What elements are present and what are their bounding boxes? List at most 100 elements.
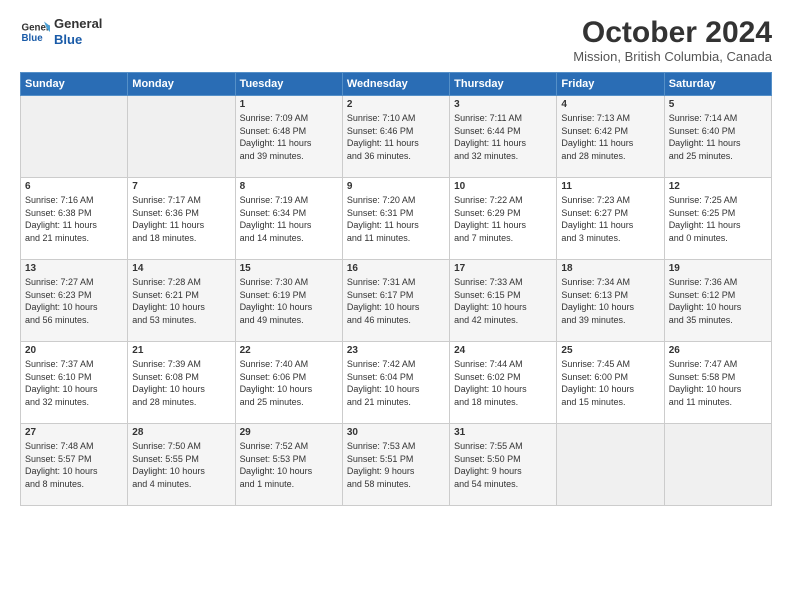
day-content: Sunrise: 7:23 AM Sunset: 6:27 PM Dayligh… xyxy=(561,194,659,244)
location: Mission, British Columbia, Canada xyxy=(573,49,772,64)
day-number: 25 xyxy=(561,345,659,356)
calendar-cell: 19 Sunrise: 7:36 AM Sunset: 6:12 PM Dayli… xyxy=(664,260,771,342)
week-row-1: 1 Sunrise: 7:09 AM Sunset: 6:48 PM Daylig… xyxy=(21,96,772,178)
calendar-cell: 2 Sunrise: 7:10 AM Sunset: 6:46 PM Daylig… xyxy=(342,96,449,178)
calendar-cell: 10 Sunrise: 7:22 AM Sunset: 6:29 PM Dayli… xyxy=(450,178,557,260)
calendar-cell xyxy=(557,424,664,506)
day-number: 5 xyxy=(669,99,767,110)
logo-general: General xyxy=(54,16,102,32)
day-content: Sunrise: 7:39 AM Sunset: 6:08 PM Dayligh… xyxy=(132,358,230,408)
calendar-cell: 27 Sunrise: 7:48 AM Sunset: 5:57 PM Dayli… xyxy=(21,424,128,506)
calendar-cell: 26Sunrise: 7:47 AM Sunset: 5:58 PM Dayli… xyxy=(664,342,771,424)
day-number: 27 xyxy=(25,427,123,438)
day-header-monday: Monday xyxy=(128,73,235,96)
calendar-cell: 25 Sunrise: 7:45 AM Sunset: 6:00 PM Dayli… xyxy=(557,342,664,424)
day-content: Sunrise: 7:19 AM Sunset: 6:34 PM Dayligh… xyxy=(240,194,338,244)
calendar-cell: 21 Sunrise: 7:39 AM Sunset: 6:08 PM Dayli… xyxy=(128,342,235,424)
logo-blue: Blue xyxy=(54,32,102,48)
day-content: Sunrise: 7:11 AM Sunset: 6:44 PM Dayligh… xyxy=(454,112,552,162)
day-number: 11 xyxy=(561,181,659,192)
week-row-2: 6 Sunrise: 7:16 AM Sunset: 6:38 PM Daylig… xyxy=(21,178,772,260)
calendar-cell: 3 Sunrise: 7:11 AM Sunset: 6:44 PM Daylig… xyxy=(450,96,557,178)
day-content: Sunrise: 7:09 AM Sunset: 6:48 PM Dayligh… xyxy=(240,112,338,162)
day-content: Sunrise: 7:27 AM Sunset: 6:23 PM Dayligh… xyxy=(25,276,123,326)
day-header-thursday: Thursday xyxy=(450,73,557,96)
day-content: Sunrise: 7:31 AM Sunset: 6:17 PM Dayligh… xyxy=(347,276,445,326)
calendar-cell: 7 Sunrise: 7:17 AM Sunset: 6:36 PM Daylig… xyxy=(128,178,235,260)
day-number: 24 xyxy=(454,345,552,356)
header: General Blue General Blue October 2024 M… xyxy=(20,16,772,64)
calendar-cell: 5 Sunrise: 7:14 AM Sunset: 6:40 PM Daylig… xyxy=(664,96,771,178)
day-number: 17 xyxy=(454,263,552,274)
calendar-cell: 17 Sunrise: 7:33 AM Sunset: 6:15 PM Dayli… xyxy=(450,260,557,342)
day-content: Sunrise: 7:22 AM Sunset: 6:29 PM Dayligh… xyxy=(454,194,552,244)
calendar-cell: 8 Sunrise: 7:19 AM Sunset: 6:34 PM Daylig… xyxy=(235,178,342,260)
calendar-cell: 12 Sunrise: 7:25 AM Sunset: 6:25 PM Dayli… xyxy=(664,178,771,260)
day-number: 15 xyxy=(240,263,338,274)
calendar-cell: 16Sunrise: 7:31 AM Sunset: 6:17 PM Dayli… xyxy=(342,260,449,342)
calendar-cell: 15Sunrise: 7:30 AM Sunset: 6:19 PM Dayli… xyxy=(235,260,342,342)
day-number: 7 xyxy=(132,181,230,192)
calendar-cell: 18Sunrise: 7:34 AM Sunset: 6:13 PM Dayli… xyxy=(557,260,664,342)
day-content: Sunrise: 7:45 AM Sunset: 6:00 PM Dayligh… xyxy=(561,358,659,408)
day-header-wednesday: Wednesday xyxy=(342,73,449,96)
calendar-cell: 29 Sunrise: 7:52 AM Sunset: 5:53 PM Dayli… xyxy=(235,424,342,506)
calendar-page: General Blue General Blue October 2024 M… xyxy=(0,0,792,612)
day-number: 8 xyxy=(240,181,338,192)
calendar-cell: 22Sunrise: 7:40 AM Sunset: 6:06 PM Dayli… xyxy=(235,342,342,424)
day-number: 10 xyxy=(454,181,552,192)
calendar-cell xyxy=(128,96,235,178)
day-content: Sunrise: 7:16 AM Sunset: 6:38 PM Dayligh… xyxy=(25,194,123,244)
calendar-table: SundayMondayTuesdayWednesdayThursdayFrid… xyxy=(20,72,772,506)
calendar-cell: 1 Sunrise: 7:09 AM Sunset: 6:48 PM Daylig… xyxy=(235,96,342,178)
day-content: Sunrise: 7:47 AM Sunset: 5:58 PM Dayligh… xyxy=(669,358,767,408)
day-number: 21 xyxy=(132,345,230,356)
day-number: 4 xyxy=(561,99,659,110)
calendar-cell: 14Sunrise: 7:28 AM Sunset: 6:21 PM Dayli… xyxy=(128,260,235,342)
calendar-cell: 6 Sunrise: 7:16 AM Sunset: 6:38 PM Daylig… xyxy=(21,178,128,260)
day-number: 1 xyxy=(240,99,338,110)
day-content: Sunrise: 7:53 AM Sunset: 5:51 PM Dayligh… xyxy=(347,440,445,490)
calendar-cell: 23Sunrise: 7:42 AM Sunset: 6:04 PM Dayli… xyxy=(342,342,449,424)
day-content: Sunrise: 7:20 AM Sunset: 6:31 PM Dayligh… xyxy=(347,194,445,244)
day-number: 31 xyxy=(454,427,552,438)
day-number: 19 xyxy=(669,263,767,274)
day-number: 18 xyxy=(561,263,659,274)
svg-text:Blue: Blue xyxy=(22,33,44,44)
day-content: Sunrise: 7:52 AM Sunset: 5:53 PM Dayligh… xyxy=(240,440,338,490)
calendar-cell xyxy=(664,424,771,506)
calendar-cell: 28Sunrise: 7:50 AM Sunset: 5:55 PM Dayli… xyxy=(128,424,235,506)
day-number: 28 xyxy=(132,427,230,438)
day-content: Sunrise: 7:14 AM Sunset: 6:40 PM Dayligh… xyxy=(669,112,767,162)
calendar-cell: 20 Sunrise: 7:37 AM Sunset: 6:10 PM Dayli… xyxy=(21,342,128,424)
day-content: Sunrise: 7:36 AM Sunset: 6:12 PM Dayligh… xyxy=(669,276,767,326)
calendar-cell: 24Sunrise: 7:44 AM Sunset: 6:02 PM Dayli… xyxy=(450,342,557,424)
calendar-cell: 13 Sunrise: 7:27 AM Sunset: 6:23 PM Dayli… xyxy=(21,260,128,342)
day-content: Sunrise: 7:17 AM Sunset: 6:36 PM Dayligh… xyxy=(132,194,230,244)
day-content: Sunrise: 7:42 AM Sunset: 6:04 PM Dayligh… xyxy=(347,358,445,408)
calendar-cell: 4 Sunrise: 7:13 AM Sunset: 6:42 PM Daylig… xyxy=(557,96,664,178)
day-number: 12 xyxy=(669,181,767,192)
calendar-header-row: SundayMondayTuesdayWednesdayThursdayFrid… xyxy=(21,73,772,96)
day-number: 20 xyxy=(25,345,123,356)
day-content: Sunrise: 7:37 AM Sunset: 6:10 PM Dayligh… xyxy=(25,358,123,408)
day-content: Sunrise: 7:28 AM Sunset: 6:21 PM Dayligh… xyxy=(132,276,230,326)
day-content: Sunrise: 7:55 AM Sunset: 5:50 PM Dayligh… xyxy=(454,440,552,490)
day-number: 6 xyxy=(25,181,123,192)
calendar-cell: 9 Sunrise: 7:20 AM Sunset: 6:31 PM Daylig… xyxy=(342,178,449,260)
week-row-4: 20 Sunrise: 7:37 AM Sunset: 6:10 PM Dayli… xyxy=(21,342,772,424)
day-number: 30 xyxy=(347,427,445,438)
day-header-sunday: Sunday xyxy=(21,73,128,96)
day-number: 13 xyxy=(25,263,123,274)
day-content: Sunrise: 7:48 AM Sunset: 5:57 PM Dayligh… xyxy=(25,440,123,490)
day-number: 9 xyxy=(347,181,445,192)
day-number: 29 xyxy=(240,427,338,438)
day-content: Sunrise: 7:33 AM Sunset: 6:15 PM Dayligh… xyxy=(454,276,552,326)
day-content: Sunrise: 7:25 AM Sunset: 6:25 PM Dayligh… xyxy=(669,194,767,244)
day-number: 2 xyxy=(347,99,445,110)
day-content: Sunrise: 7:13 AM Sunset: 6:42 PM Dayligh… xyxy=(561,112,659,162)
week-row-5: 27 Sunrise: 7:48 AM Sunset: 5:57 PM Dayli… xyxy=(21,424,772,506)
day-header-saturday: Saturday xyxy=(664,73,771,96)
day-number: 3 xyxy=(454,99,552,110)
day-content: Sunrise: 7:10 AM Sunset: 6:46 PM Dayligh… xyxy=(347,112,445,162)
